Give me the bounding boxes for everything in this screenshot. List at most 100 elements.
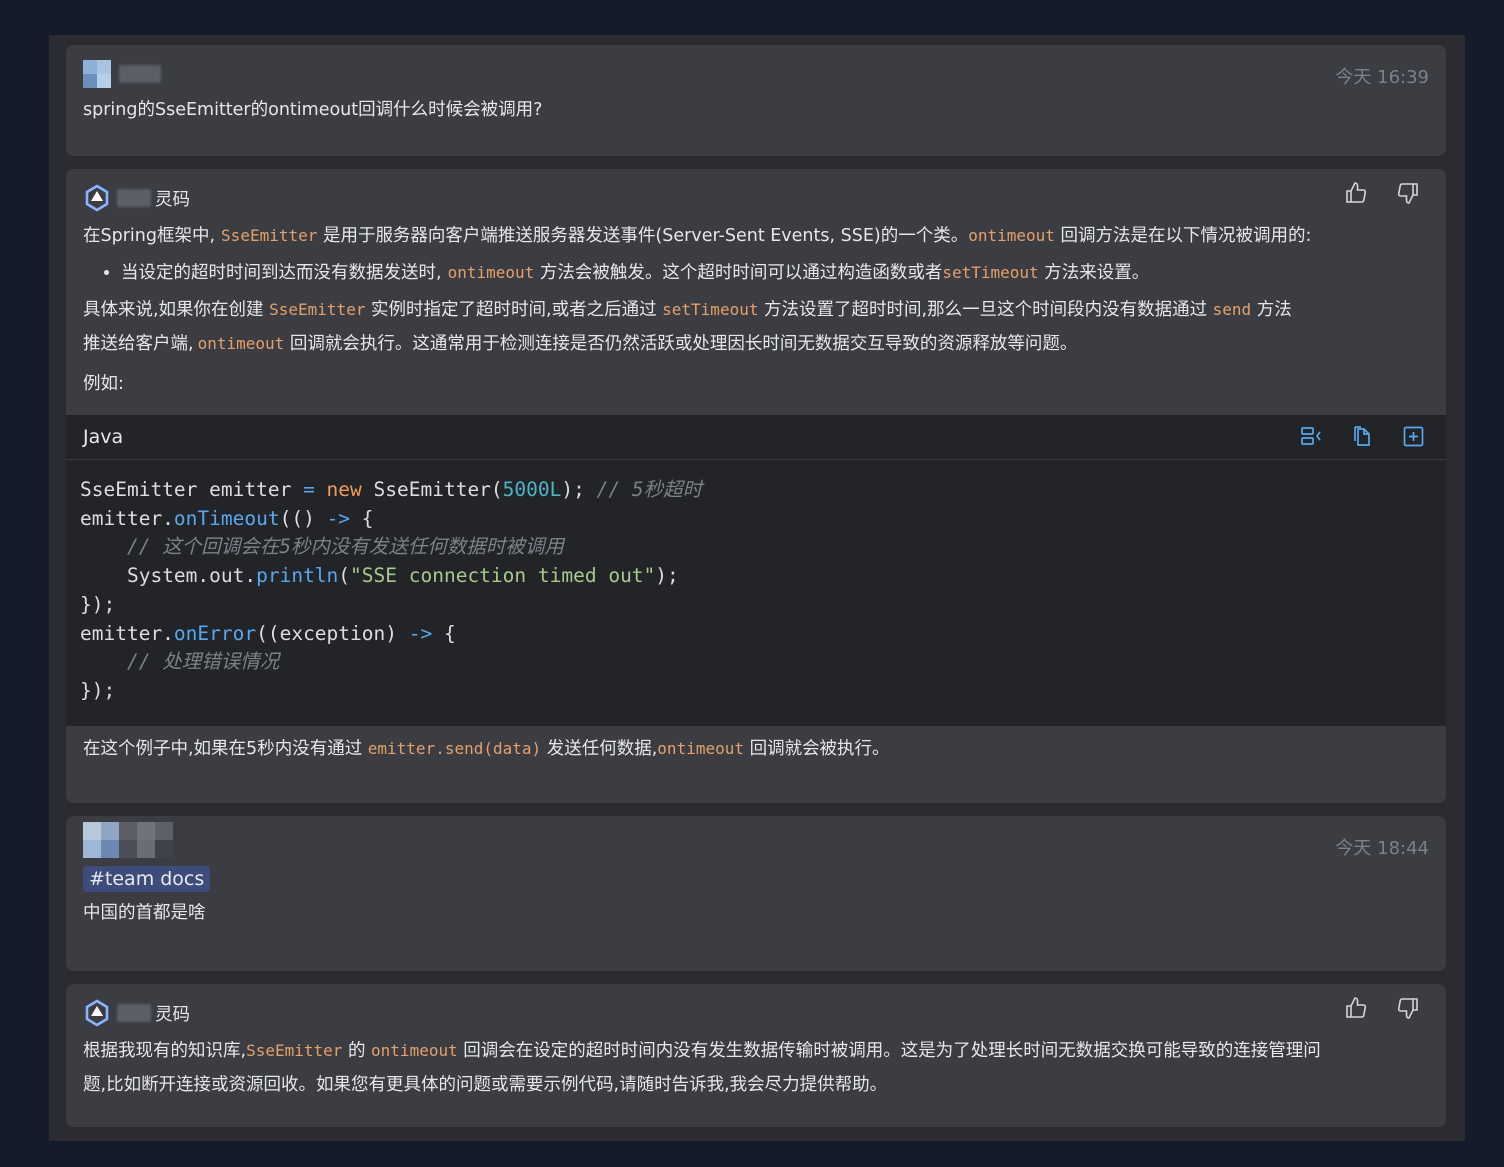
message-text: spring的SseEmitter的ontimeout回调什么时候会被调用? bbox=[83, 100, 543, 120]
message-header: 灵码 bbox=[83, 998, 1429, 1028]
text-span: 回调会在设定的超时时间内没有发生数据传输时被调用。这是为了处理长时间无数据交换可… bbox=[457, 1041, 1321, 1061]
inline-code: SseEmitter bbox=[246, 1041, 343, 1060]
text-span: 根据我现有的知识库, bbox=[83, 1041, 247, 1061]
code-token: }); bbox=[80, 678, 116, 702]
code-token: emitter. bbox=[80, 621, 174, 645]
copy-icon[interactable] bbox=[1350, 424, 1375, 449]
answer-paragraph: 根据我现有的知识库,SseEmitter 的 ontimeout 回调会在设定的… bbox=[83, 1034, 1429, 1102]
inline-code: send bbox=[1212, 300, 1252, 319]
user-name-redacted bbox=[119, 65, 161, 83]
list-item: 当设定的超时时间到达而没有数据发送时, ontimeout 方法会被触发。这个超时… bbox=[121, 253, 1429, 293]
text-span: 题,比如断开连接或资源回收。如果您有更具体的问题或需要示例代码,请随时告诉我,我… bbox=[83, 1075, 888, 1095]
feedback-actions bbox=[1344, 996, 1420, 1020]
code-token: onError bbox=[173, 621, 257, 645]
text-span: 当设定的超时时间到达而没有数据发送时, bbox=[121, 263, 442, 283]
code-token: println bbox=[256, 564, 339, 588]
text-span: 的 bbox=[342, 1041, 372, 1061]
inline-code: SseEmitter bbox=[269, 300, 366, 319]
text-span: 实例时指定了超时时间,或者之后通过 bbox=[365, 300, 663, 320]
code-token: -> bbox=[408, 621, 433, 645]
user-avatar bbox=[83, 60, 111, 88]
code-token: ( bbox=[338, 564, 351, 588]
timestamp: 今天 16:39 bbox=[1335, 67, 1429, 88]
user-message: 今天 16:39 spring的SseEmitter的ontimeout回调什么… bbox=[66, 45, 1446, 156]
code-token: -> bbox=[326, 506, 351, 530]
code-token: { bbox=[432, 621, 456, 645]
feedback-actions bbox=[1344, 181, 1420, 205]
message-text: 中国的首都是啥 bbox=[83, 903, 206, 923]
code-token: = bbox=[303, 478, 315, 501]
user-message: 今天 18:44 #team docs 中国的首都是啥 bbox=[66, 816, 1446, 971]
context-tag[interactable]: #team docs bbox=[83, 866, 211, 892]
inline-code: emitter.send(data) bbox=[367, 738, 542, 758]
message-header bbox=[83, 59, 1429, 89]
text-span: 发送任何数据, bbox=[541, 738, 658, 759]
inline-code: ontimeout bbox=[447, 263, 535, 282]
code-comment: // 处理错误情况 bbox=[126, 650, 280, 674]
assistant-message: 灵码 根据我现有的知识库,SseEmitter 的 ontimeout 回调会在… bbox=[66, 984, 1446, 1127]
lingma-logo-icon bbox=[85, 184, 109, 212]
message-header: 灵码 bbox=[83, 183, 1429, 213]
text-span: 推送给客户端, bbox=[83, 334, 194, 354]
bot-name-redacted bbox=[117, 189, 151, 207]
timestamp: 今天 18:44 bbox=[1335, 838, 1429, 859]
inline-code: setTimeout bbox=[942, 263, 1039, 282]
assistant-message: 灵码 在Spring框架中, SseEmitter 是用于服务器向客户端推送服务器… bbox=[66, 169, 1446, 803]
inline-code: ontimeout bbox=[197, 334, 285, 353]
answer-paragraph: 在Spring框架中, SseEmitter 是用于服务器向客户端推送服务器发送事… bbox=[83, 219, 1429, 253]
inline-code: setTimeout bbox=[662, 300, 759, 319]
code-block-header: Java bbox=[66, 415, 1446, 460]
code-token: { bbox=[350, 506, 374, 530]
answer-paragraph: 具体来说,如果你在创建 SseEmitter 实例时指定了超时时间,或者之后通过… bbox=[83, 293, 1429, 361]
text-span: 具体来说,如果你在创建 bbox=[83, 300, 270, 320]
text-span: 在Spring框架中, bbox=[83, 226, 216, 246]
code-token: SseEmitter emitter bbox=[80, 478, 304, 501]
inline-code: ontimeout bbox=[371, 1041, 458, 1060]
text-span: 方法来设置。 bbox=[1038, 263, 1150, 283]
code-token: (() bbox=[279, 506, 327, 530]
text-span: 在这个例子中,如果在5秒内没有通过 bbox=[83, 738, 368, 759]
user-avatar bbox=[83, 822, 173, 858]
chat-window: 今天 16:39 spring的SseEmitter的ontimeout回调什么… bbox=[49, 35, 1465, 1141]
code-token: ((exception) bbox=[256, 621, 409, 645]
code-content: SseEmitter emitter = new SseEmitter(5000… bbox=[66, 460, 1446, 726]
thumbs-down-icon[interactable] bbox=[1396, 181, 1420, 205]
code-comment: // 这个回调会在5秒内没有发送任何数据时被调用 bbox=[126, 535, 564, 559]
bot-name-redacted bbox=[117, 1004, 151, 1022]
code-tools bbox=[1299, 424, 1426, 449]
inline-code: ontimeout bbox=[968, 226, 1055, 245]
text-span: 是用于服务器向客户端推送服务器发送事件(Server-Sent Events, … bbox=[317, 226, 969, 246]
code-token: emitter. bbox=[80, 506, 174, 530]
text-span: 回调方法是在以下情况被调用的: bbox=[1054, 226, 1312, 246]
code-token: 5000L bbox=[502, 478, 562, 501]
code-token: }); bbox=[80, 592, 116, 616]
text-span: 方法会被触发。这个超时时间可以通过构造函数或者 bbox=[534, 263, 943, 283]
inline-code: SseEmitter bbox=[221, 226, 318, 245]
bot-name: 灵码 bbox=[155, 189, 190, 210]
code-token: new bbox=[314, 478, 362, 501]
code-token: ); bbox=[655, 564, 679, 588]
code-block: Java SseEmitter emitter = new SseEmitter… bbox=[66, 415, 1446, 726]
code-token: System.out. bbox=[126, 564, 257, 588]
lingma-logo-icon bbox=[85, 999, 109, 1027]
text-span: 回调就会被执行。 bbox=[744, 738, 890, 759]
code-token: ); bbox=[561, 478, 597, 501]
bullet-list: 当设定的超时时间到达而没有数据发送时, ontimeout 方法会被触发。这个超时… bbox=[83, 253, 1429, 293]
answer-paragraph: 例如: bbox=[83, 374, 124, 394]
code-language: Java bbox=[83, 426, 124, 448]
answer-paragraph: 在这个例子中,如果在5秒内没有通过 emitter.send(data) 发送任… bbox=[83, 732, 1429, 766]
new-file-icon[interactable] bbox=[1401, 424, 1426, 449]
text-span: 方法设置了超时时间,那么一旦这个时间段内没有数据通过 bbox=[758, 300, 1213, 320]
inline-code: ontimeout bbox=[657, 738, 744, 758]
code-comment: // 5秒超时 bbox=[596, 478, 703, 501]
insert-code-icon[interactable] bbox=[1299, 424, 1324, 449]
text-span: 回调就会执行。这通常用于检测连接是否仍然活跃或处理因长时间无数据交互导致的资源释… bbox=[284, 334, 1078, 354]
code-string: "SSE connection timed out" bbox=[350, 564, 656, 588]
code-token: SseEmitter( bbox=[361, 478, 503, 501]
code-token: onTimeout bbox=[173, 506, 280, 530]
thumbs-up-icon[interactable] bbox=[1344, 996, 1368, 1020]
text-span: 方法 bbox=[1251, 300, 1292, 320]
thumbs-up-icon[interactable] bbox=[1344, 181, 1368, 205]
thumbs-down-icon[interactable] bbox=[1396, 996, 1420, 1020]
bot-name: 灵码 bbox=[155, 1004, 190, 1025]
